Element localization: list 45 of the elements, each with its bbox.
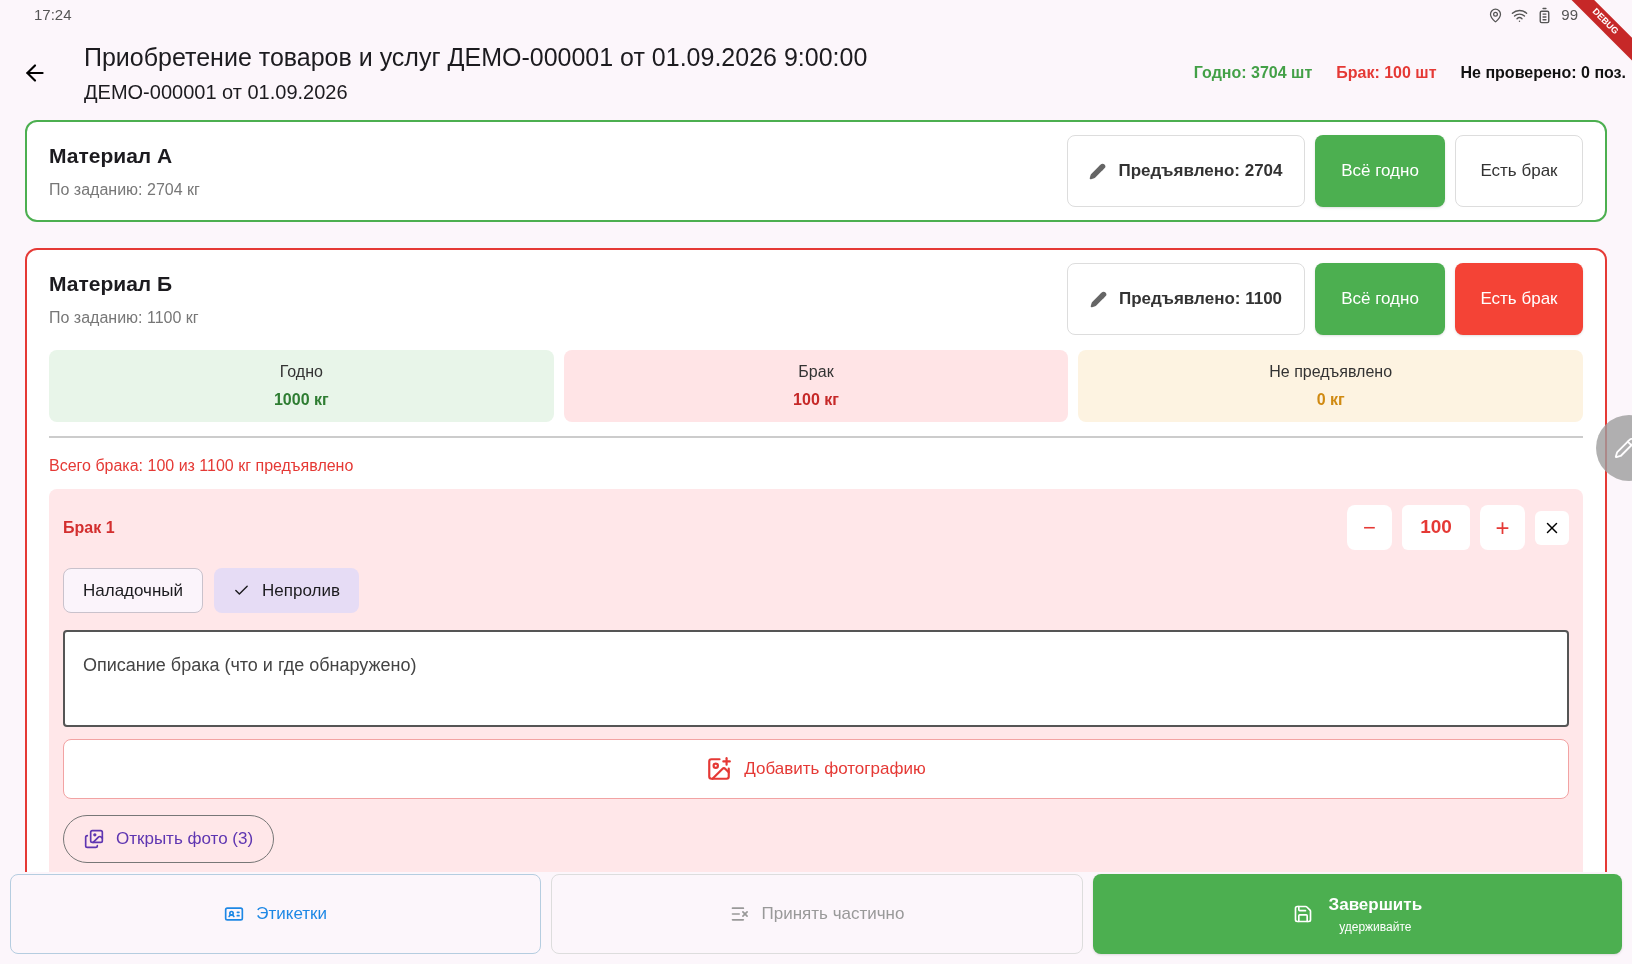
pencil-icon — [1614, 437, 1632, 459]
summary-value: 0 кг — [1316, 390, 1345, 410]
labels-button[interactable]: Этикетки — [10, 874, 542, 954]
planned-quantity: По заданию: 2704 кг — [49, 179, 201, 200]
has-defect-button[interactable]: Есть брак — [1455, 263, 1583, 335]
battery-percent: 99 — [1561, 4, 1578, 25]
total-count: Брак: 100 шт — [1336, 63, 1437, 83]
finish-label: Завершить — [1328, 894, 1423, 917]
total-count: Не проверено: 0 поз. — [1460, 63, 1626, 83]
presented-button[interactable]: Предъявлено: 2704 — [1067, 135, 1305, 207]
defect-total: Всего брака: 100 из 1100 кг предъявлено — [49, 456, 355, 476]
has-defect-button[interactable]: Есть брак — [1455, 135, 1583, 207]
save-icon — [1292, 904, 1313, 924]
increase-button[interactable]: + — [1480, 505, 1525, 550]
defect-title: Брак 1 — [63, 517, 116, 538]
close-button[interactable] — [1535, 510, 1569, 545]
summary-value: 100 кг — [793, 390, 839, 410]
all-good-button[interactable]: Всё годно — [1315, 263, 1445, 335]
material-name: Материал Б — [49, 271, 174, 298]
pencil-icon — [1089, 162, 1107, 180]
all-good-button[interactable]: Всё годно — [1315, 135, 1445, 207]
summary-label: Не предъявлено — [1269, 362, 1393, 382]
location-icon — [1488, 7, 1504, 23]
material-name: Материал А — [49, 143, 174, 170]
finish-hint: удерживайте — [1339, 918, 1412, 936]
defect-type-chip[interactable]: Непролив — [214, 568, 359, 613]
summary-value: 1000 кг — [273, 390, 329, 410]
pencil-icon — [1089, 290, 1107, 308]
planned-quantity: По заданию: 1100 кг — [49, 307, 200, 328]
summary-label: Годно — [279, 362, 323, 382]
page-title: Приобретение товаров и услуг ДЕМО-000001 от 01.09.2026 9:00:00 — [84, 42, 869, 74]
add-photo-button[interactable]: Добавить фотографию — [63, 739, 1569, 799]
decrease-button[interactable]: − — [1347, 505, 1392, 550]
presented-button[interactable]: Предъявлено: 1100 — [1067, 263, 1305, 335]
defect-type-chip[interactable]: Наладочный — [63, 568, 204, 613]
page-subtitle: ДЕМО-000001 от 01.09.2026 — [84, 79, 349, 105]
id-card-icon — [224, 904, 245, 924]
finish-button[interactable]: Завершить удерживайте — [1092, 874, 1622, 954]
gallery-icon — [84, 829, 104, 849]
list-x-icon — [729, 904, 750, 924]
status-time: 17:24 — [34, 4, 73, 25]
description-field[interactable]: Описание брака (что и где обнаружено) — [63, 630, 1569, 727]
summary-label: Брак — [798, 362, 834, 382]
quantity-value[interactable]: 100 — [1402, 505, 1470, 550]
total-count: Годно: 3704 шт — [1193, 63, 1313, 83]
